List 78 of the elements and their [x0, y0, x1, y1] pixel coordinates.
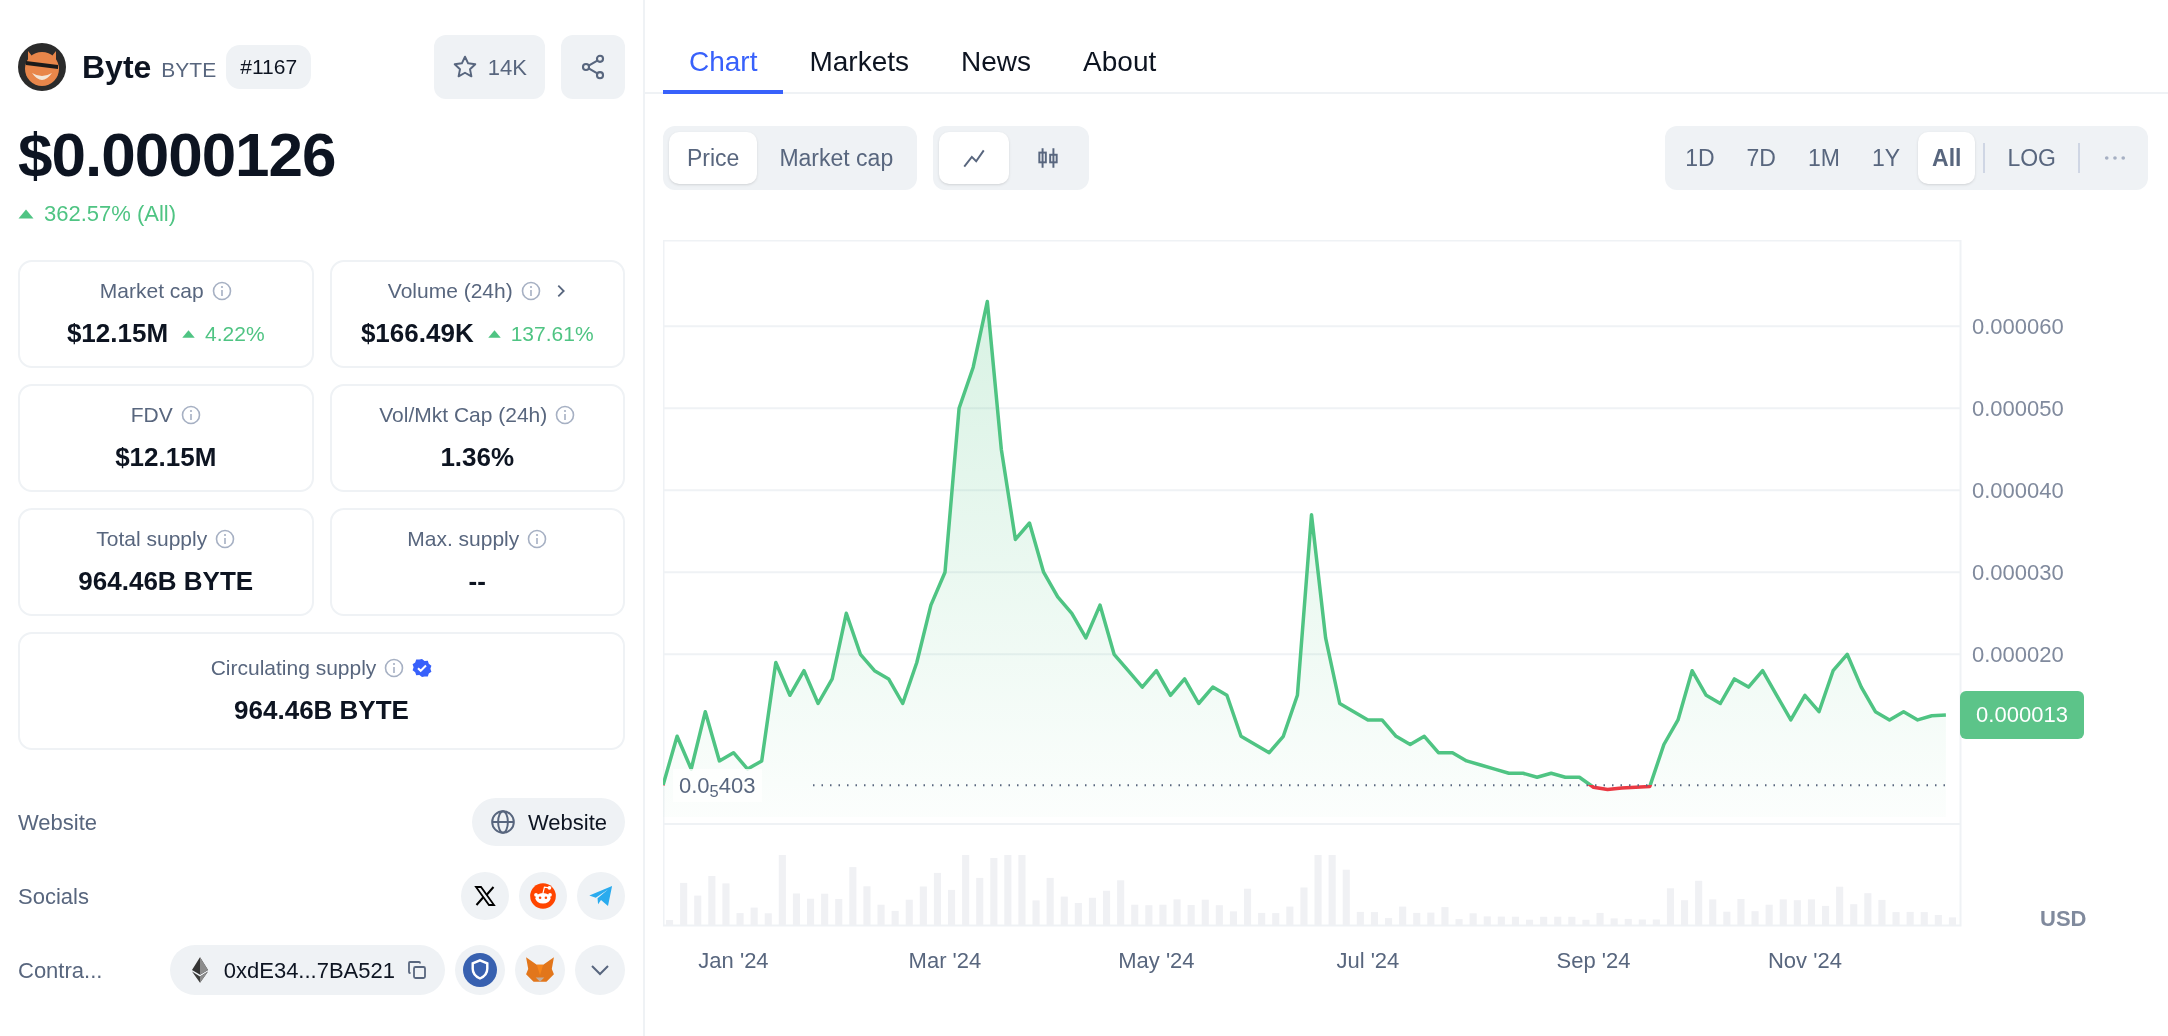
stat-label: Vol/Mkt Cap (24h) [379, 401, 548, 428]
x-logo-icon [473, 884, 497, 909]
fox-icon [525, 956, 555, 985]
price-value: $0.0000126 [18, 121, 337, 190]
stat-value: $12.15M [66, 317, 169, 351]
range-option[interactable]: All [1918, 132, 1976, 184]
link-label: Website [18, 808, 98, 837]
stat-value: $166.49K [360, 317, 474, 351]
axis-tick-label: 0.000040 [1972, 478, 2064, 504]
share-button[interactable] [561, 35, 625, 99]
stat-label: Total supply [96, 525, 208, 552]
stat-value: -- [468, 565, 486, 599]
axis-tick-label: Mar '24 [908, 948, 982, 973]
axis-tick-label: 0.000030 [1972, 560, 2064, 586]
contract-pill[interactable]: 0xdE34...7BA521 [169, 945, 445, 996]
range-option[interactable]: 1M [1793, 132, 1854, 184]
shield-icon [463, 953, 497, 988]
tab[interactable]: Markets [783, 34, 936, 94]
info-icon[interactable] [520, 280, 541, 301]
stat-label: FDV [130, 401, 173, 428]
price-change: 362.57% (All) [44, 200, 177, 229]
tab[interactable]: About [1057, 34, 1183, 94]
axis-tick-label: 0.000060 [1972, 314, 2064, 340]
toggle-option[interactable]: Price [669, 132, 758, 184]
star-icon [451, 54, 478, 80]
last-price-tag: 0.000013 [1960, 691, 2084, 739]
watchlist-button[interactable]: 14K [433, 35, 545, 99]
stat-value: 1.36% [440, 441, 515, 475]
axis-tick-label: Jul '24 [1336, 948, 1400, 973]
diamond-icon [191, 957, 208, 984]
stat-value: 964.46B BYTE [234, 694, 409, 728]
expand-button[interactable] [575, 945, 625, 996]
range-option[interactable]: 1Y [1857, 132, 1915, 184]
website-button[interactable]: Website [471, 798, 625, 847]
info-icon[interactable] [211, 280, 232, 301]
coin-symbol: BYTE [161, 57, 217, 84]
stat-change: 4.22% [205, 321, 265, 348]
stat-change: 137.61% [510, 321, 594, 348]
info-icon[interactable] [555, 404, 576, 425]
link-label: Contra... [18, 956, 103, 985]
stat-label: Volume (24h) [387, 277, 513, 304]
rank-badge: #1167 [226, 45, 312, 89]
axis-tick-label: Sep '24 [1556, 948, 1631, 973]
axis-tick-label: May '24 [1118, 948, 1195, 973]
stat-label: Max. supply [407, 525, 520, 552]
globe-icon [489, 809, 516, 836]
verified-icon [412, 657, 433, 678]
contract-address: 0xdE34...7BA521 [223, 956, 395, 985]
log-toggle[interactable]: LOG [1993, 132, 2070, 184]
stat-value: 964.46B BYTE [78, 565, 254, 599]
info-icon[interactable] [384, 657, 405, 678]
coin-logo-icon [18, 43, 66, 91]
link-label: Socials [18, 882, 89, 911]
tab[interactable]: News [935, 34, 1058, 94]
alien-mascot-icon [529, 882, 557, 911]
coin-name: Byte [82, 48, 152, 87]
social-button[interactable] [461, 872, 509, 921]
toggle-option[interactable]: Market cap [761, 132, 912, 184]
stat-label: Market cap [99, 277, 204, 304]
chevron-down-icon [590, 964, 610, 977]
baseline-label: 0.0$_{5}$403 [673, 769, 762, 803]
tab[interactable]: Chart [663, 34, 784, 94]
axis-tick-label: Nov '24 [1767, 948, 1842, 973]
more-icon [2104, 155, 2126, 161]
stat-value: $12.15M [115, 441, 217, 475]
share-icon [579, 53, 607, 81]
axis-tick-label: 0.000020 [1972, 642, 2064, 668]
currency-label: USD [2040, 905, 2087, 933]
range-option[interactable]: 1D [1671, 132, 1729, 184]
range-option[interactable]: 7D [1732, 132, 1790, 184]
wallet-button[interactable] [515, 945, 565, 996]
stat-label: Circulating supply [210, 654, 377, 681]
axis-tick-label: Jan '24 [698, 948, 769, 973]
info-icon[interactable] [527, 528, 548, 549]
info-icon[interactable] [215, 528, 236, 549]
info-icon[interactable] [180, 404, 201, 425]
shield-button[interactable] [455, 945, 505, 996]
axis-tick-label: 0.000050 [1972, 396, 2064, 422]
